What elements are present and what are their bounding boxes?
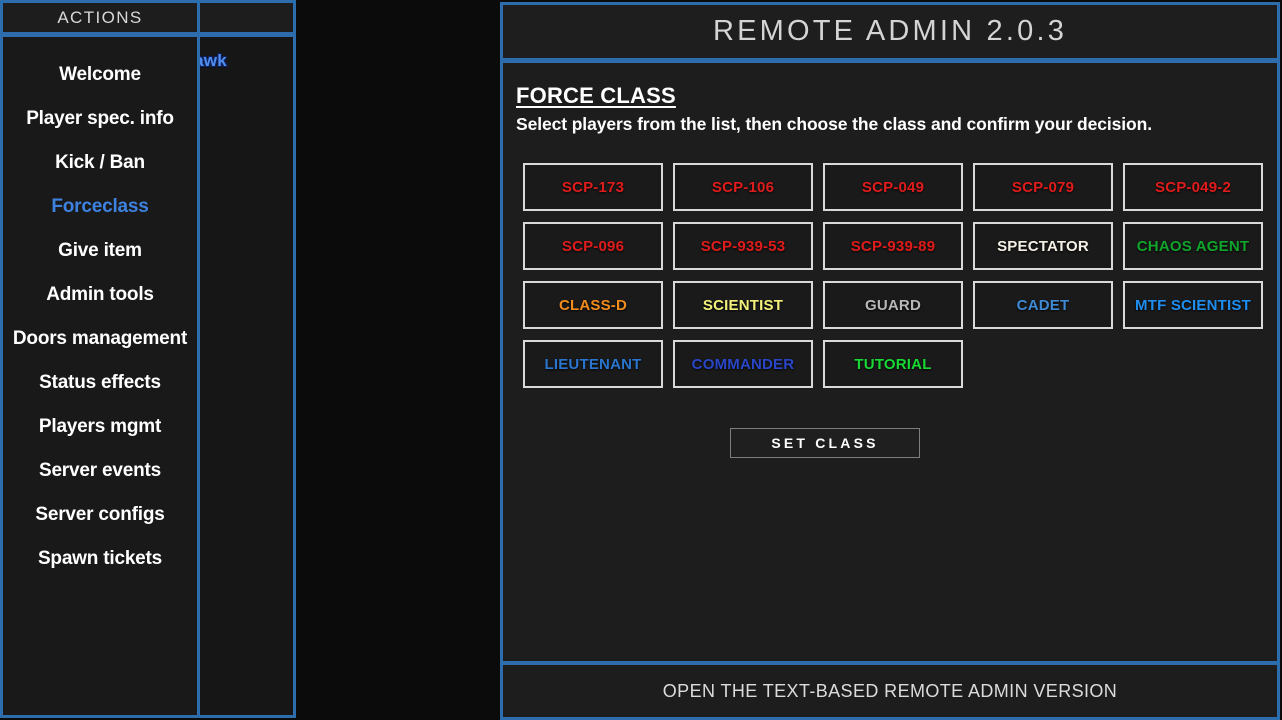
action-item-admin-tools[interactable]: Admin tools	[3, 273, 197, 317]
actions-header-label: ACTIONS	[57, 7, 143, 27]
action-item-server-configs[interactable]: Server configs	[3, 493, 197, 537]
action-item-players-mgmt[interactable]: Players mgmt	[3, 405, 197, 449]
class-button-scp-049-2[interactable]: SCP-049-2	[1123, 163, 1263, 211]
app-title-bar: REMOTE ADMIN 2.0.3	[500, 2, 1280, 61]
actions-menu: Welcome Player spec. info Kick / Ban Forcec…	[0, 34, 200, 718]
set-class-button[interactable]: SET CLASS	[730, 428, 920, 458]
class-button-mtf-scientist[interactable]: MTF SCIENTIST	[1123, 281, 1263, 329]
action-item-spawn-tickets[interactable]: Spawn tickets	[3, 537, 197, 581]
action-item-give-item[interactable]: Give item	[3, 229, 197, 273]
class-button-commander[interactable]: COMMANDER	[673, 340, 813, 388]
actions-panel-header: ACTIONS	[0, 0, 200, 35]
main-panel: REMOTE ADMIN 2.0.3 FORCE CLASS Select pl…	[500, 2, 1280, 720]
action-item-player-spec-info[interactable]: Player spec. info	[3, 97, 197, 141]
text-based-ra-label: OPEN THE TEXT-BASED REMOTE ADMIN VERSION	[662, 680, 1118, 701]
class-button-guard[interactable]: GUARD	[823, 281, 963, 329]
action-item-doors-management[interactable]: Doors management	[3, 317, 197, 361]
class-button-scientist[interactable]: SCIENTIST	[673, 281, 813, 329]
class-button-scp-079[interactable]: SCP-079	[973, 163, 1113, 211]
confirm-row: SET CLASS	[503, 428, 1277, 458]
section-title: FORCE CLASS	[516, 83, 676, 108]
class-button-scp-173[interactable]: SCP-173	[523, 163, 663, 211]
action-item-status-effects[interactable]: Status effects	[3, 361, 197, 405]
class-button-class-d[interactable]: CLASS-D	[523, 281, 663, 329]
class-button-chaos-agent[interactable]: CHAOS AGENT	[1123, 222, 1263, 270]
class-button-grid: SCP-173 SCP-106 SCP-049 SCP-079 SCP-049-2 SCP…	[523, 163, 1263, 388]
action-item-welcome[interactable]: Welcome	[3, 53, 197, 97]
class-button-scp-106[interactable]: SCP-106	[673, 163, 813, 211]
action-item-forceclass[interactable]: Forceclass	[3, 185, 197, 229]
forceclass-content: FORCE CLASS Select players from the list…	[500, 60, 1280, 664]
class-button-spectator[interactable]: SPECTATOR	[973, 222, 1113, 270]
section-subtitle: Select players from the list, then choos…	[516, 114, 1152, 134]
class-button-cadet[interactable]: CADET	[973, 281, 1113, 329]
action-item-server-events[interactable]: Server events	[3, 449, 197, 493]
page-title: REMOTE ADMIN 2.0.3	[712, 15, 1068, 47]
class-button-scp-049[interactable]: SCP-049	[823, 163, 963, 211]
class-button-scp-096[interactable]: SCP-096	[523, 222, 663, 270]
remote-admin-window: PLAYERS [@] (1) TerranHawk ACTIONS Welco…	[0, 0, 1282, 720]
class-button-lieutenant[interactable]: LIEUTENANT	[523, 340, 663, 388]
text-based-ra-link[interactable]: OPEN THE TEXT-BASED REMOTE ADMIN VERSION	[500, 662, 1280, 720]
class-button-scp-939-89[interactable]: SCP-939-89	[823, 222, 963, 270]
class-button-tutorial[interactable]: TUTORIAL	[823, 340, 963, 388]
action-item-kick-ban[interactable]: Kick / Ban	[3, 141, 197, 185]
actions-panel: ACTIONS Welcome Player spec. info Kick / B…	[0, 0, 200, 720]
class-button-scp-939-53[interactable]: SCP-939-53	[673, 222, 813, 270]
